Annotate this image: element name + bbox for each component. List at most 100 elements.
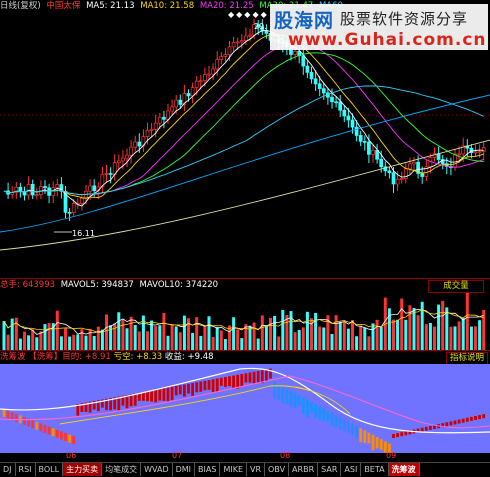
indicator-bar	[2, 409, 6, 417]
volume-bar	[100, 329, 104, 351]
date-label-07: 07	[172, 451, 183, 460]
volume-bar	[260, 315, 264, 351]
volume-bar	[39, 331, 43, 351]
volume-bar	[76, 334, 80, 351]
indicator-bar	[306, 399, 309, 418]
indicator-bar	[195, 382, 199, 393]
candle-body	[321, 88, 326, 94]
volume-bar	[232, 317, 236, 351]
volume-bar	[146, 331, 149, 351]
candle-body	[80, 198, 84, 204]
indicator-bar	[154, 389, 158, 403]
volume-bar	[191, 332, 195, 351]
indicator-bar	[470, 416, 473, 421]
volume-bar	[416, 315, 420, 351]
volume-bar	[478, 320, 482, 351]
candle-body	[317, 83, 322, 89]
candle-body	[408, 163, 412, 170]
price-chart[interactable]: 日线(复权) 中国太保 MA5: 21.13 MA10: 21.58 MA20:…	[0, 0, 490, 278]
volume-bar	[117, 312, 121, 351]
indicator-tab[interactable]: VR	[247, 463, 266, 476]
volume-bar	[437, 304, 441, 351]
indicator-label-2: 亏空:	[113, 352, 134, 362]
indicator-bar	[260, 370, 264, 384]
signal-diamonds: ◆◆◆◆◆	[228, 10, 269, 19]
indicator-bar	[277, 384, 281, 401]
candle-body	[338, 101, 343, 111]
indicator-bar	[248, 372, 252, 383]
indicator-bracket: 【洗筹】目的:	[28, 352, 83, 362]
volume-bar	[129, 316, 133, 351]
candle-body	[149, 129, 154, 131]
indicator-bar	[207, 380, 211, 390]
candle-body	[231, 42, 236, 48]
indicator-tab[interactable]: 主力买卖	[63, 463, 103, 476]
indicator-bar	[256, 371, 260, 383]
indicator-tab[interactable]: DJ	[0, 463, 16, 476]
volume-bar	[396, 319, 400, 351]
indicator-tab[interactable]: OBV	[265, 463, 290, 476]
volume-bar	[125, 328, 129, 351]
volume-bar	[334, 315, 338, 351]
candle-body	[227, 46, 232, 55]
volume-bar	[457, 321, 461, 351]
volume-bar	[55, 310, 59, 351]
volume-bar	[133, 325, 137, 351]
candle-body	[330, 96, 334, 103]
volume-bar	[207, 316, 211, 351]
indicator-bar	[392, 434, 395, 438]
volume-bar	[43, 324, 47, 351]
indicator-tab[interactable]: MIKE	[220, 463, 247, 476]
date-label-06: 06	[66, 451, 77, 460]
volume-bar	[465, 293, 469, 351]
indicator-tab[interactable]: BOLL	[36, 463, 64, 476]
indicator-bar	[187, 383, 190, 394]
indicator-value-2: +8.33	[136, 352, 163, 362]
volume-bar	[392, 319, 395, 351]
indicator-bar	[457, 419, 461, 424]
volume-bar	[297, 329, 301, 351]
indicator-bar	[68, 434, 71, 443]
indicator-tab[interactable]: 洗筹波	[388, 463, 420, 476]
indicator-bar	[375, 437, 379, 449]
indicator-bar	[265, 369, 268, 381]
indicator-panel[interactable]: 洗筹波 【洗筹】目的: +8.91 亏空: +8.33 收益: +9.48 指标…	[0, 350, 490, 453]
candle-body	[313, 78, 318, 85]
indicator-tab[interactable]: RSI	[16, 463, 36, 476]
candle-body	[379, 158, 384, 168]
indicator-bar	[326, 410, 330, 422]
indicator-tab[interactable]: SAR	[318, 463, 342, 476]
indicator-bar	[183, 384, 186, 397]
indicator-tab[interactable]: 均笔成交	[102, 463, 142, 476]
indicator-tab[interactable]: ASI	[341, 463, 362, 476]
volume-bar	[121, 318, 125, 351]
indicator-tab[interactable]: DMI	[173, 463, 196, 476]
candle-body	[412, 161, 416, 165]
indicator-bar	[404, 431, 408, 436]
indicator-bar	[39, 423, 43, 432]
indicator-bar	[72, 436, 76, 445]
volume-bar	[453, 326, 457, 351]
indicator-tab[interactable]: BETA	[361, 463, 389, 476]
candle-body	[346, 115, 351, 121]
candle-body	[481, 147, 486, 152]
indicator-bar	[351, 423, 354, 436]
candle-body	[367, 141, 371, 155]
indicator-bar	[240, 374, 244, 387]
indicator-bar	[347, 421, 350, 433]
candle-body	[26, 184, 31, 196]
indicator-tab[interactable]: WVAD	[141, 463, 173, 476]
indicator-bar	[232, 375, 235, 389]
volume-bar	[23, 331, 26, 351]
indicator-tab[interactable]: BIAS	[195, 463, 221, 476]
candle-body	[137, 141, 142, 147]
candle-body	[157, 116, 162, 124]
candle-body	[305, 65, 310, 73]
volume-panel-label[interactable]: 成交量	[428, 280, 484, 293]
volume-panel[interactable]: 总手: 643993 MAVOL5: 394837 MAVOL10: 37422…	[0, 278, 490, 351]
indicator-tab[interactable]: ARBR	[289, 463, 319, 476]
candle-body	[67, 212, 72, 214]
indicator-bar	[474, 416, 477, 420]
indicator-bar	[244, 373, 248, 383]
candle-body	[166, 110, 170, 120]
